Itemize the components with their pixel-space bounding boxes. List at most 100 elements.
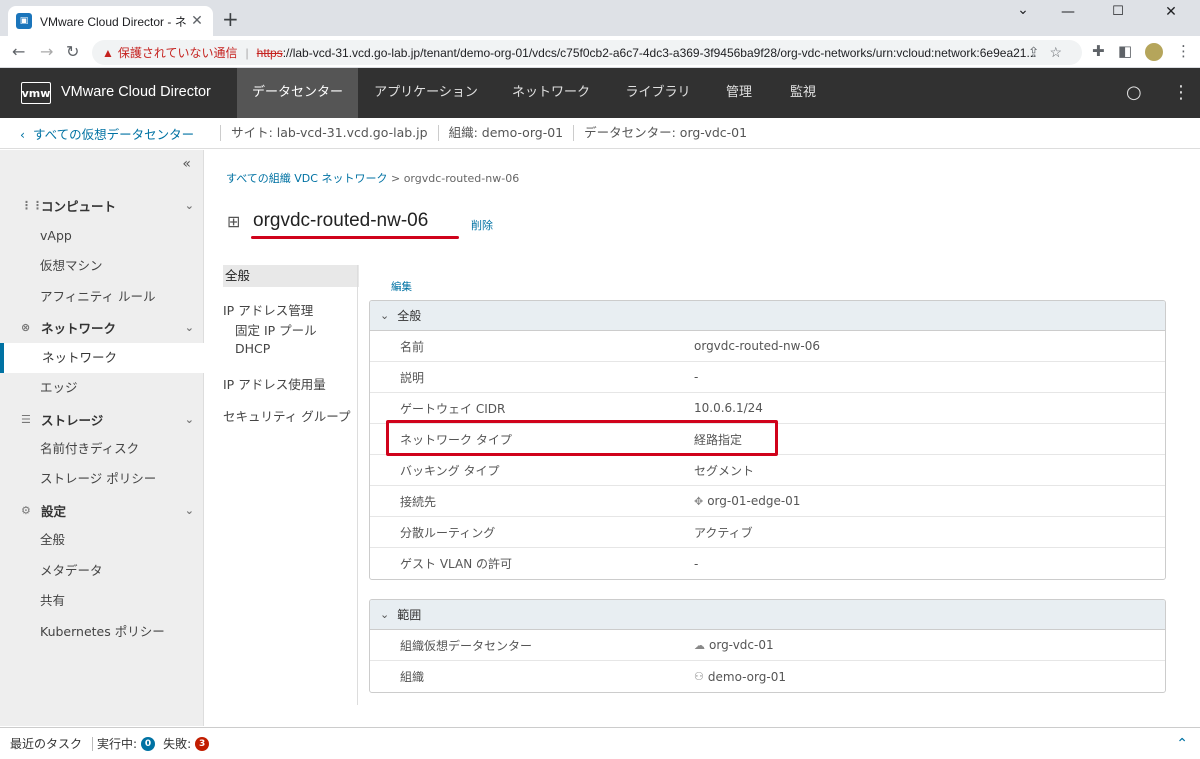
- property-key: ゲートウェイ CIDR: [400, 401, 506, 416]
- close-tab-icon[interactable]: ✕: [189, 13, 205, 29]
- new-tab-icon[interactable]: +: [222, 9, 239, 29]
- running-count-badge[interactable]: 0: [141, 736, 156, 751]
- tab-search-icon[interactable]: ⌄: [1000, 2, 1046, 18]
- minimize-icon[interactable]: —: [1045, 4, 1091, 20]
- sidebar-group-network[interactable]: ⊗ ネットワーク ⌄: [0, 312, 204, 342]
- nav-tab-monitor[interactable]: 監視: [780, 68, 826, 118]
- card-title: 範囲: [397, 608, 422, 622]
- side-panel-icon[interactable]: ◧: [1118, 42, 1132, 60]
- edge-link[interactable]: org-01-edge-01: [707, 494, 800, 508]
- vdc-link[interactable]: org-vdc-01: [709, 638, 774, 652]
- status-separator: [92, 736, 94, 751]
- brand-title: VMware Cloud Director: [61, 84, 211, 100]
- maximize-icon[interactable]: ☐: [1095, 4, 1141, 19]
- sidebar-item-sharing[interactable]: 共有: [0, 586, 204, 616]
- storage-icon: ☰: [21, 412, 31, 426]
- network-icon: ⊗: [21, 320, 31, 334]
- general-card-header[interactable]: ⌄ 全般: [370, 301, 1165, 331]
- property-row: 組織仮想データセンター ☁ org-vdc-01: [370, 630, 1165, 661]
- sidebar-group-label: 設定: [41, 503, 67, 519]
- detail-nav-security-group[interactable]: セキュリティ グループ: [223, 406, 350, 425]
- detail-nav-general[interactable]: 全般: [223, 265, 359, 287]
- sidebar-item-k8s-policy[interactable]: Kubernetes ポリシー: [0, 617, 204, 647]
- omni-separator: |: [245, 45, 249, 60]
- property-key: バッキング タイプ: [400, 463, 500, 478]
- sidebar-item-affinity[interactable]: アフィニティ ルール: [0, 282, 204, 312]
- property-value[interactable]: ☁ org-vdc-01: [694, 638, 774, 652]
- sidebar-group-storage[interactable]: ☰ ストレージ ⌄: [0, 404, 204, 434]
- network-object-icon: ⊞: [227, 212, 241, 231]
- property-value[interactable]: ✥ org-01-edge-01: [694, 494, 800, 508]
- sidebar-item-named-disk[interactable]: 名前付きディスク: [0, 434, 204, 464]
- nav-tab-applications[interactable]: アプリケーション: [363, 68, 489, 118]
- detail-nav-ip-mgmt[interactable]: IP アドレス管理: [223, 300, 313, 319]
- recent-tasks-label[interactable]: 最近のタスク: [10, 735, 82, 752]
- reload-icon[interactable]: ↻: [66, 42, 79, 61]
- property-value: orgvdc-routed-nw-06: [694, 339, 820, 353]
- vcd-header: vmw VMware Cloud Director データセンター アプリケーシ…: [0, 68, 1200, 118]
- forward-arrow-icon[interactable]: →: [40, 42, 53, 61]
- sidebar-item-metadata[interactable]: メタデータ: [0, 556, 204, 586]
- grid-icon: ⋮⋮: [21, 198, 43, 212]
- search-icon[interactable]: ○: [1126, 82, 1142, 103]
- vmware-favicon-icon: ▣: [16, 13, 32, 29]
- sidebar-group-compute[interactable]: ⋮⋮ コンピュート ⌄: [0, 190, 204, 220]
- sidebar-item-network[interactable]: ネットワーク: [0, 343, 204, 373]
- sidebar-group-settings[interactable]: ⚙ 設定 ⌄: [0, 495, 204, 525]
- share-bookmark-icons[interactable]: ⇪☆: [1028, 44, 1072, 61]
- property-value[interactable]: ⚇ demo-org-01: [694, 670, 786, 684]
- running-label: 実行中:: [97, 737, 138, 751]
- sidebar-item-general[interactable]: 全般: [0, 525, 204, 555]
- nav-tab-network[interactable]: ネットワーク: [500, 68, 602, 118]
- security-warning[interactable]: 保護されていない通信: [118, 44, 238, 61]
- back-arrow-icon[interactable]: ←: [12, 42, 25, 61]
- page-title: orgvdc-routed-nw-06: [253, 210, 429, 231]
- edit-button[interactable]: 編集: [391, 279, 412, 294]
- kebab-menu-icon[interactable]: ⋮: [1172, 82, 1190, 103]
- chrome-menu-icon[interactable]: ⋮: [1176, 42, 1191, 60]
- context-datacenter: データセンター: org-vdc-01: [573, 125, 757, 141]
- detail-nav-dhcp[interactable]: DHCP: [235, 341, 270, 356]
- property-row: バッキング タイプ セグメント: [370, 455, 1165, 486]
- browser-tab-title: VMware Cloud Director - ネットワ: [40, 14, 189, 29]
- sidebar-item-vm[interactable]: 仮想マシン: [0, 251, 204, 281]
- sidebar-item-storage-policy[interactable]: ストレージ ポリシー: [0, 464, 204, 494]
- nav-tab-library[interactable]: ライブラリ: [614, 68, 702, 118]
- annotation-underline: [251, 236, 459, 239]
- sidebar-group-label: ネットワーク: [41, 320, 117, 336]
- url-field[interactable]: ▲ 保護されていない通信 | https://lab-vcd-31.vcd.go…: [92, 40, 1082, 65]
- close-window-icon[interactable]: ✕: [1148, 4, 1194, 20]
- failed-count-badge[interactable]: 3: [195, 736, 210, 751]
- property-key: 説明: [400, 370, 425, 385]
- failed-label: 失敗:: [163, 737, 192, 751]
- property-value: セグメント: [694, 463, 755, 478]
- detail-nav-static-pool[interactable]: 固定 IP プール: [235, 320, 317, 339]
- org-icon: ⚇: [694, 670, 704, 683]
- chevron-down-icon: ⌄: [380, 309, 390, 322]
- chevron-down-icon: ⌄: [184, 198, 194, 212]
- detail-nav-ip-usage[interactable]: IP アドレス使用量: [223, 374, 326, 393]
- chevron-down-icon: ⌄: [380, 608, 390, 621]
- nav-tab-admin[interactable]: 管理: [718, 68, 760, 118]
- sidebar-group-label: ストレージ: [41, 412, 104, 428]
- browser-tab[interactable]: ▣ VMware Cloud Director - ネットワ ✕: [8, 6, 213, 36]
- nav-tab-datacenter[interactable]: データセンター: [237, 68, 358, 118]
- scope-card-header[interactable]: ⌄ 範囲: [370, 600, 1165, 630]
- expand-tasks-icon[interactable]: ⌃: [1176, 736, 1188, 752]
- back-to-all-vdcs-link[interactable]: ‹ すべての仮想データセンター: [20, 124, 194, 143]
- extensions-icon[interactable]: ✚: [1092, 42, 1105, 60]
- collapse-sidebar-icon[interactable]: «: [182, 156, 191, 172]
- profile-avatar[interactable]: [1145, 43, 1163, 61]
- property-row: 組織 ⚇ demo-org-01: [370, 661, 1165, 692]
- property-key: ゲスト VLAN の許可: [400, 557, 512, 571]
- browser-tabstrip: ▣ VMware Cloud Director - ネットワ ✕ + ⌄ — ☐…: [0, 0, 1200, 36]
- warning-triangle-icon: ▲: [102, 45, 114, 60]
- context-bar: ‹ すべての仮想データセンター サイト: lab-vcd-31.vcd.go-l…: [0, 118, 1200, 149]
- sidebar-item-vapp[interactable]: vApp: [0, 221, 204, 251]
- delete-button[interactable]: 削除: [471, 217, 493, 233]
- sidebar-group-label: コンピュート: [41, 198, 117, 214]
- breadcrumb-separator: >: [390, 172, 401, 185]
- org-link[interactable]: demo-org-01: [708, 670, 786, 684]
- breadcrumb-link-all-networks[interactable]: すべての組織 VDC ネットワーク: [226, 172, 387, 185]
- sidebar-item-edge[interactable]: エッジ: [0, 373, 204, 403]
